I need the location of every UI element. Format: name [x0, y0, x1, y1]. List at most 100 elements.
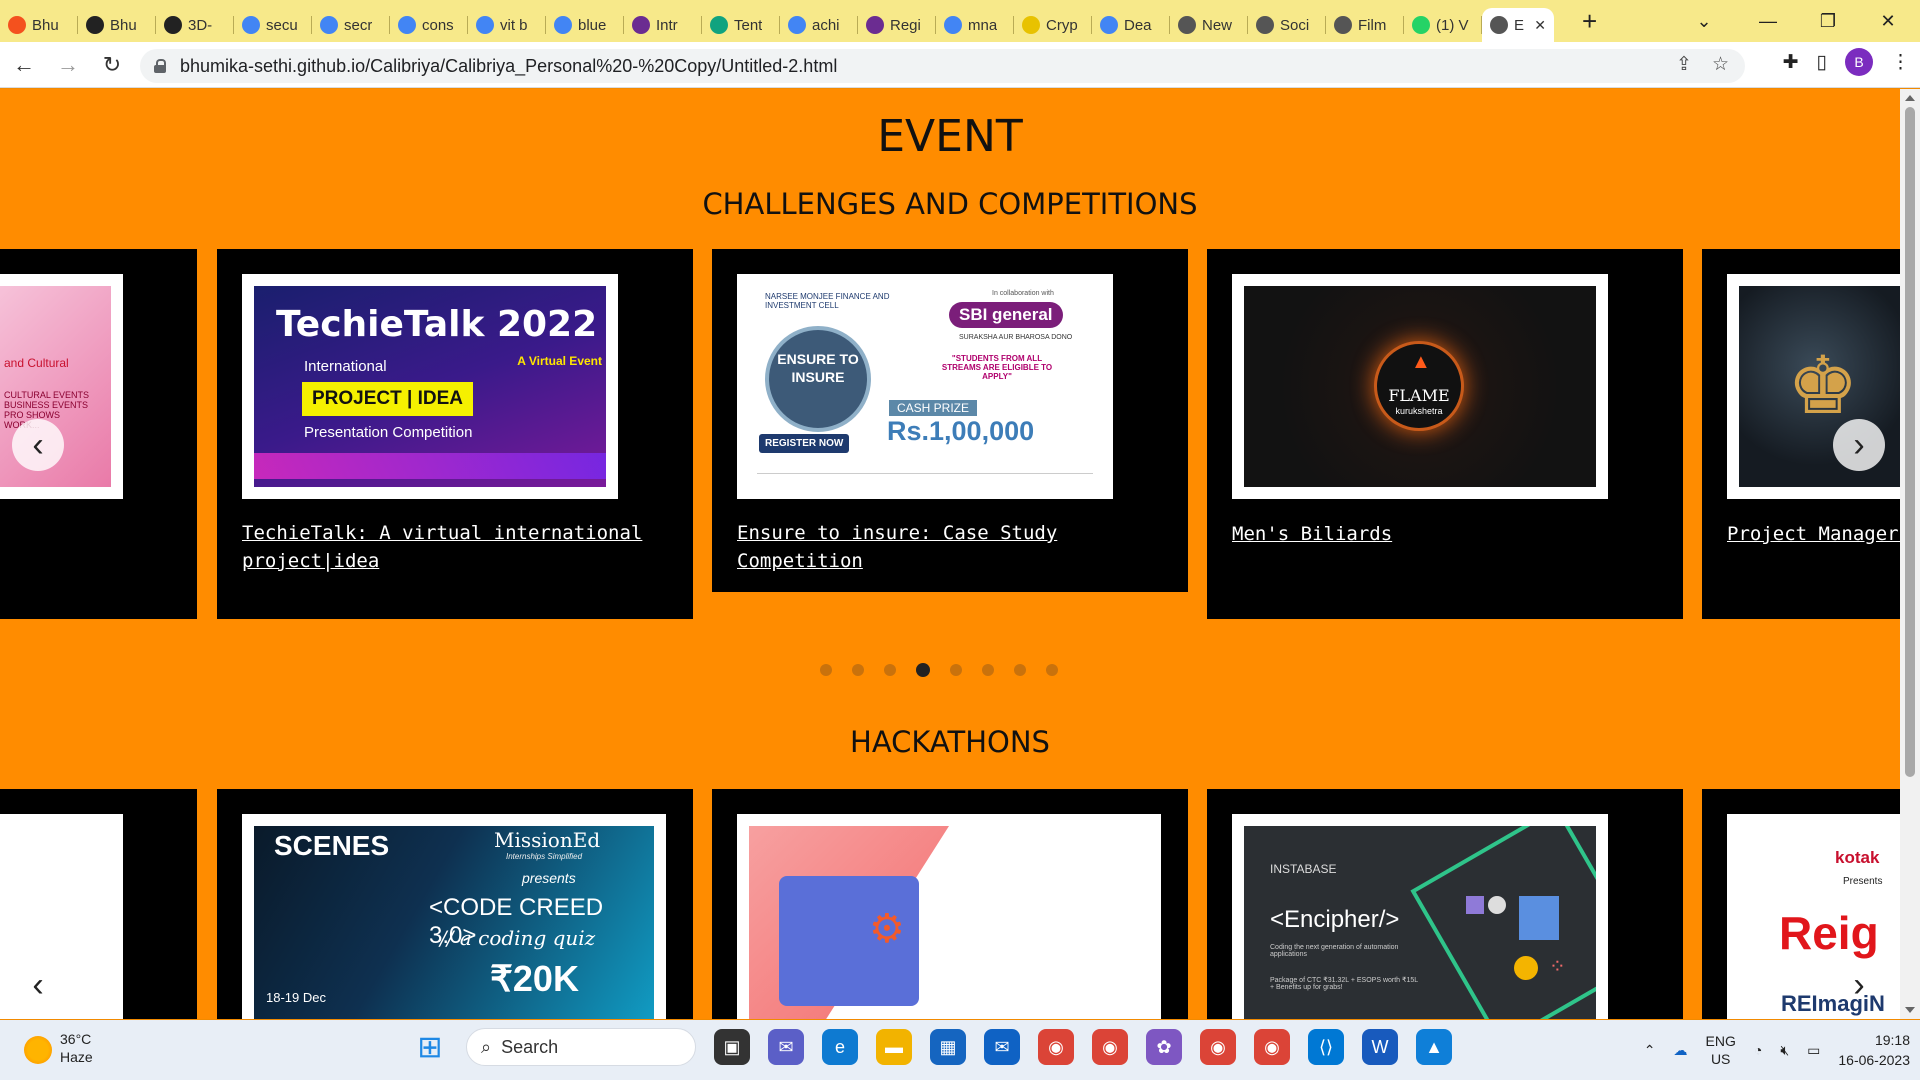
carousel-prev-arrow-challenges[interactable]: ‹ [12, 419, 64, 471]
tab-title: achi [812, 16, 840, 34]
vscode-icon[interactable]: ⟨⟩ [1308, 1029, 1344, 1065]
carousel-dot[interactable] [1014, 664, 1026, 676]
carousel-dot[interactable] [916, 663, 930, 677]
tab-title: (1) V [1436, 16, 1469, 34]
profile-avatar[interactable]: B [1845, 48, 1873, 76]
google-icon [476, 16, 494, 34]
browser-tab[interactable]: Intr [624, 8, 702, 42]
browser-tab[interactable]: vit b [468, 8, 546, 42]
side-panel-icon[interactable]: ▯ [1817, 51, 1827, 74]
challenge-card-ensure-to-insure[interactable]: NARSEE MONJEE FINANCE AND INVESTMENT CEL… [712, 249, 1188, 592]
challenge-card-techietalk[interactable]: TechieTalk 2022 International A Virtual … [217, 249, 693, 619]
browser-tab[interactable]: secu [234, 8, 312, 42]
browser-tab[interactable]: 3D- [156, 8, 234, 42]
challenge-link-mens-biliards[interactable]: Men's Biliards [1232, 520, 1652, 548]
system-tray: ⌃ ☁ ENG US ◔ 🔇︎ ▭ 19:18 16-06-2023 [1644, 1030, 1910, 1070]
word-icon[interactable]: W [1362, 1029, 1398, 1065]
carousel-dot[interactable] [820, 664, 832, 676]
browser-tab[interactable]: secr [312, 8, 390, 42]
image-subtext: presents [522, 870, 576, 886]
browser-tab[interactable]: Cryp [1014, 8, 1092, 42]
browser-tab[interactable]: blue [546, 8, 624, 42]
chrome-icon[interactable]: ◉ [1038, 1029, 1074, 1065]
browser-tab-strip: Bhu Bhu 3D-secu secr cons vit b blue Intr Tent ac… [0, 0, 1920, 42]
weather-description: Haze [60, 1049, 93, 1065]
close-window-button[interactable]: ✕ [1858, 0, 1918, 42]
carousel-next-arrow-challenges[interactable]: › [1833, 419, 1885, 471]
tab-title: secu [266, 16, 298, 34]
photos-icon[interactable]: ▲ [1416, 1029, 1452, 1065]
globe-icon [1178, 16, 1196, 34]
tab-search-icon[interactable]: ⌄ [1674, 0, 1734, 42]
hackathon-card-encipher[interactable]: INSTABASE <Encipher/> Coding the next ge… [1207, 789, 1683, 1019]
hackathon-card-code-creed[interactable]: SCENES MissionEd Internships Simplified … [217, 789, 693, 1019]
volume-muted-icon[interactable]: 🔇︎ [1780, 1042, 1789, 1059]
tab-title: Intr [656, 16, 678, 34]
forward-icon[interactable]: → [48, 45, 88, 85]
browser-tab[interactable]: Regi [858, 8, 936, 42]
tab-title: mna [968, 16, 998, 34]
hackathon-card-robotics[interactable]: ⚙ [712, 789, 1188, 1019]
minimize-button[interactable]: — [1738, 0, 1798, 42]
chrome-profile-icon[interactable]: ◉ [1200, 1029, 1236, 1065]
browser-tab[interactable]: Soci [1248, 8, 1326, 42]
battery-icon[interactable]: ▭ [1807, 1042, 1820, 1059]
reload-icon[interactable]: ↻ [92, 45, 132, 85]
microsoft-store-icon[interactable]: ▦ [930, 1029, 966, 1065]
browser-tab[interactable]: Bhu [78, 8, 156, 42]
browser-tab[interactable]: Film [1326, 8, 1404, 42]
section-title-challenges: CHALLENGES AND COMPETITIONS [702, 187, 1198, 221]
wifi-icon[interactable]: ◔ [1754, 1042, 1762, 1058]
chrome-profile-icon[interactable]: ◉ [1092, 1029, 1128, 1065]
mail-icon[interactable]: ✉ [984, 1029, 1020, 1065]
new-tab-button[interactable]: + [1582, 8, 1597, 34]
browser-tab[interactable]: mna [936, 8, 1014, 42]
extensions-icon[interactable]: ✚ [1783, 51, 1799, 74]
carousel-dot[interactable] [884, 664, 896, 676]
carousel-dot[interactable] [982, 664, 994, 676]
scrollbar-thumb[interactable] [1905, 107, 1915, 777]
file-explorer-icon[interactable]: ▬ [876, 1029, 912, 1065]
maximize-button[interactable]: ❐ [1798, 0, 1858, 42]
carousel-next-arrow-hackathons[interactable]: › [1833, 959, 1885, 1011]
browser-tab[interactable]: Tent [702, 8, 780, 42]
image-logo-text: INSTABASE [1270, 862, 1337, 876]
carousel-prev-arrow-hackathons[interactable]: ‹ [12, 959, 64, 1011]
carousel-dot[interactable] [852, 664, 864, 676]
challenge-link-project-manager[interactable]: Project Manager: T [1727, 520, 1900, 548]
weather-widget[interactable]: 36°C Haze [24, 1030, 93, 1066]
carousel-dot[interactable] [950, 664, 962, 676]
chrome-active-icon[interactable]: ◉ [1254, 1029, 1290, 1065]
bookmark-star-icon[interactable]: ☆ [1712, 53, 1729, 76]
edge-icon[interactable]: e [822, 1029, 858, 1065]
task-view-icon[interactable]: ▣ [714, 1029, 750, 1065]
share-icon[interactable]: ⇪ [1676, 53, 1692, 76]
language-indicator[interactable]: ENG US [1706, 1032, 1736, 1068]
taskbar-search[interactable]: ⌕ Search [466, 1028, 696, 1066]
carousel-dot[interactable] [1046, 664, 1058, 676]
challenge-card-mens-biliards[interactable]: ▲ FLAME kurukshetra Men's Biliards [1207, 249, 1683, 619]
challenge-link-techietalk[interactable]: TechieTalk: A virtual international proj… [242, 519, 662, 575]
back-icon[interactable]: ← [4, 45, 44, 85]
page-scrollbar[interactable] [1900, 89, 1920, 1019]
address-bar[interactable]: bhumika-sethi.github.io/Calibriya/Calibr… [140, 49, 1745, 83]
browser-tab[interactable]: New [1170, 8, 1248, 42]
clock[interactable]: 19:18 16-06-2023 [1838, 1030, 1910, 1070]
tab-title: Dea [1124, 16, 1152, 34]
browser-tab[interactable]: Dea [1092, 8, 1170, 42]
browser-tab[interactable]: (1) V [1404, 8, 1482, 42]
challenge-link-ensure-to-insure[interactable]: Ensure to insure: Case Study Competition [737, 519, 1157, 575]
region-code: US [1710, 1051, 1731, 1067]
browser-tab[interactable]: achi [780, 8, 858, 42]
menu-kebab-icon[interactable]: ⋮ [1891, 51, 1910, 74]
clock-date: 16-06-2023 [1838, 1052, 1910, 1068]
app-icon[interactable]: ✿ [1146, 1029, 1182, 1065]
browser-tab[interactable]: Bhu [0, 8, 78, 42]
close-tab-icon[interactable]: ✕ [1534, 17, 1546, 34]
browser-tab[interactable]: cons [390, 8, 468, 42]
onedrive-icon[interactable]: ☁ [1674, 1042, 1688, 1059]
browser-tab[interactable]: E ✕ [1482, 8, 1554, 42]
teams-chat-icon[interactable]: ✉ [768, 1029, 804, 1065]
chevron-up-icon[interactable]: ⌃ [1644, 1042, 1656, 1059]
windows-start-icon[interactable]: ⊞ [412, 1029, 448, 1065]
